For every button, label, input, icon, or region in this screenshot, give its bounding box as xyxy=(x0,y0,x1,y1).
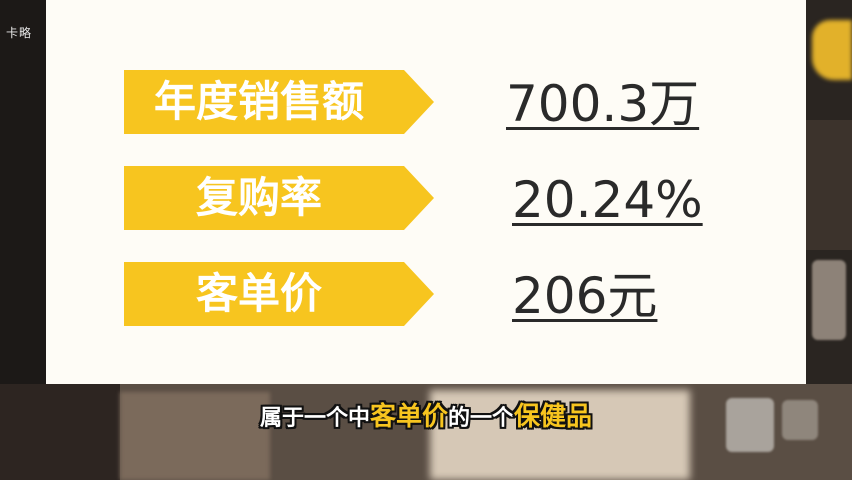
subtitle-part: 的一个 xyxy=(448,406,515,431)
metric-row-annual-sales: 年度销售额 700.3万 xyxy=(46,70,806,134)
metric-label-banner: 年度销售额 xyxy=(124,70,436,134)
metric-row-avg-order-value: 客单价 206元 xyxy=(46,262,806,326)
subtitle-highlight: 保健品 xyxy=(514,402,593,432)
bg-lamp xyxy=(812,260,846,340)
metrics-card: 年度销售额 700.3万 复购率 20.24% 客单价 206元 xyxy=(46,0,806,384)
watermark-text: 卡略 xyxy=(6,26,33,40)
metric-value: 700.3万 xyxy=(506,75,700,133)
metric-label: 复购率 xyxy=(195,173,322,222)
metric-label-banner: 客单价 xyxy=(124,262,436,326)
metric-value: 206元 xyxy=(512,267,658,325)
metric-row-repurchase-rate: 复购率 20.24% xyxy=(46,166,806,230)
metric-label: 客单价 xyxy=(195,269,322,318)
metric-label: 年度销售额 xyxy=(153,77,364,126)
metric-value: 20.24% xyxy=(512,171,703,229)
bg-yellow-object xyxy=(812,20,852,80)
subtitle-part: 属于一个中 xyxy=(259,406,370,431)
metric-label-banner: 复购率 xyxy=(124,166,436,230)
subtitle-highlight: 客单价 xyxy=(369,402,448,432)
bg-shelf xyxy=(806,120,852,250)
video-subtitle: 属于一个中客单价的一个保健品 xyxy=(0,396,852,433)
